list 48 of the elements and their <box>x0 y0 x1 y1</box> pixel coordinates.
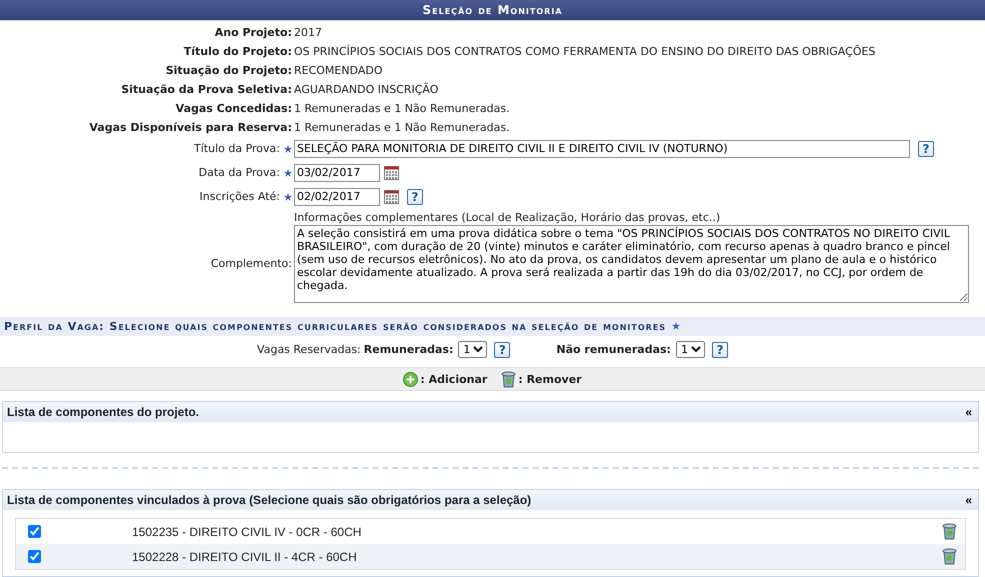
input-field[interactable]: SELEÇÃO PARA MONITORIA DE DIREITO CIVIL II E DIREITO CIVIL IV (NOTURNO) <box>294 140 910 158</box>
help-button[interactable]: ? <box>918 140 934 157</box>
text-area[interactable]: A seleção consistirá em uma prova didática sobre o tema "OS PRINCÍPIOS SOCIAIS DOS CONTRATOS NO DIREITO CIVIL BRASILEIRO", com duração de 20 (vinte) minutos e caráter eliminatório, com recurso apenas à quadro branco e pincel (sem uso de recursos eletrônicos). No ato da prova, os candidatos devem apresentar um plano de aula e o histórico escolar devidamente atualizado. A prova será realizada a partir das 19h do dia 03/02/2017, no CCJ, por ordem de chegada. <box>294 224 969 303</box>
field-label: Vagas Disponíveis para Reserva: <box>88 120 292 136</box>
field-label: Remuneradas: <box>364 343 454 356</box>
field-label: Complemento: <box>210 257 292 270</box>
field-label: Ano Projeto: <box>214 24 292 41</box>
help-button[interactable]: ? <box>494 342 510 358</box>
trash-icon <box>501 370 516 388</box>
count-select[interactable]: 1 <box>676 341 705 358</box>
help-button[interactable]: ? <box>407 188 423 205</box>
component-label: 1502228 - DIREITO CIVIL II - 4CR - 60CH <box>132 550 358 564</box>
remove-legend: : Remover <box>501 370 582 388</box>
component-label: 1502235 - DIREITO CIVIL IV - 0CR - 60CH <box>132 524 362 538</box>
field-label: Inscrições Até: <box>200 188 280 205</box>
trash-icon[interactable] <box>942 548 957 565</box>
field-label: Título da Prova: <box>194 140 280 157</box>
panel-title: Lista de componentes vinculados à prova (Selecione quais são obrigatórios para a seleção) <box>7 493 532 507</box>
section-title: Perfil da Vaga: Selecione quais componentes curriculares serão considerados na seleção de monitores <box>4 320 666 333</box>
field-label: Não remuneradas: <box>556 343 671 356</box>
field-label: Vagas Concedidas: <box>174 100 292 117</box>
field-value: RECOMENDADO <box>294 62 384 79</box>
add-legend: : Adicionar <box>403 372 488 387</box>
panel-title: Lista de componentes do projeto. <box>7 405 200 419</box>
add-icon <box>403 372 418 387</box>
field-label: Vagas Reservadas: <box>257 343 361 356</box>
field-label: Situação do Projeto: <box>164 62 292 79</box>
page-title: Seleção de Monitoria <box>0 0 985 21</box>
collapse-toggle[interactable]: « <box>963 405 974 419</box>
field-hint: Informações complementares (Local de Realização, Horário das provas, etc..) <box>294 210 722 225</box>
checkbox[interactable] <box>28 525 41 538</box>
date-field[interactable]: 03/02/2017 <box>294 164 380 182</box>
field-value: AGUARDANDO INSCRIÇÃO <box>294 82 440 98</box>
field-label: Situação da Prova Seletiva: <box>120 82 292 98</box>
date-field[interactable]: 02/02/2017 <box>294 188 380 206</box>
collapse-toggle[interactable]: « <box>963 493 974 507</box>
field-value: 1 Remuneradas e 1 Não Remuneradas. <box>294 120 511 136</box>
calendar-icon[interactable] <box>384 166 399 180</box>
field-value: 1 Remuneradas e 1 Não Remuneradas. <box>294 100 511 117</box>
calendar-icon[interactable] <box>384 190 399 204</box>
trash-icon[interactable] <box>942 523 957 540</box>
field-label: Título do Projeto: <box>182 44 292 60</box>
checkbox[interactable] <box>28 550 41 563</box>
count-select[interactable]: 1 <box>458 341 488 358</box>
help-button[interactable]: ? <box>712 342 728 358</box>
field-label: Data da Prova: <box>198 164 280 181</box>
field-value: 2017 <box>294 24 323 41</box>
field-value: OS PRINCÍPIOS SOCIAIS DOS CONTRATOS COMO FERRAMENTA DO ENSINO DO DIREITO DAS OBRIGAÇÕES <box>294 44 876 60</box>
